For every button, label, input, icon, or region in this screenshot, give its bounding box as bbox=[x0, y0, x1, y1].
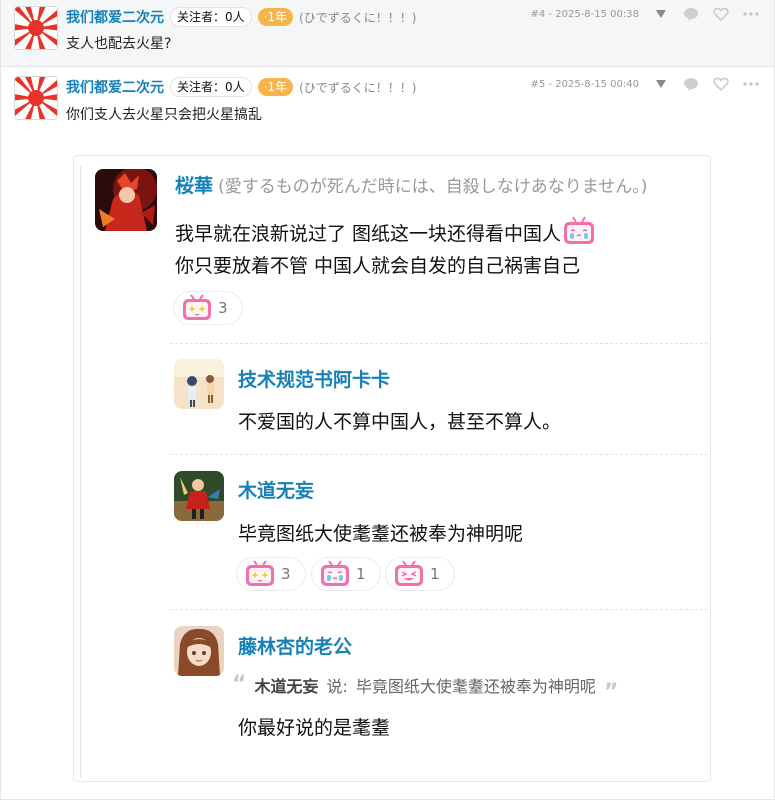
more-dots-icon[interactable] bbox=[743, 76, 759, 92]
quote-author[interactable]: 木道无妄 bbox=[254, 673, 318, 697]
more-dots-icon[interactable] bbox=[743, 6, 759, 22]
open-quote-icon: “ bbox=[232, 672, 247, 697]
reply-author-name[interactable]: 藤林杏的老公 bbox=[238, 632, 352, 659]
quote-text: 毕竟图纸大使耄耋还被奉为神明呢 bbox=[355, 677, 596, 696]
reaction-grin[interactable]: 1 bbox=[385, 557, 455, 591]
post-content: 你们支人去火星只会把火星搞乱 bbox=[66, 107, 262, 123]
post-meta: #4 - 2025-8-15 00:38 bbox=[531, 6, 759, 22]
reaction-sparkle[interactable]: 3 bbox=[236, 557, 306, 591]
user-avatar[interactable] bbox=[14, 6, 58, 50]
post-content: 支人也配去火星? bbox=[66, 36, 172, 52]
bilibili-tv-sparkle-icon bbox=[183, 294, 211, 320]
reply-author-name[interactable]: 木道无妄 bbox=[238, 476, 314, 503]
comment-bubble-icon[interactable] bbox=[683, 76, 699, 92]
chevron-down-icon[interactable] bbox=[653, 6, 669, 22]
heart-icon[interactable] bbox=[713, 76, 729, 92]
bilibili-tv-cry-icon bbox=[321, 560, 349, 586]
bilibili-tv-grin-icon bbox=[395, 560, 423, 586]
author-signature: (愛するものが死んだ時には、自殺しなけあなりません。) bbox=[218, 177, 648, 197]
reply-text: 不爱国的人不算中国人，甚至不算人。 bbox=[238, 411, 562, 433]
username[interactable]: 我们都爱二次元 bbox=[66, 77, 164, 97]
floor-timestamp: #5 - 2025-8-15 00:40 bbox=[530, 78, 639, 90]
floor-timestamp: #4 - 2025-8-15 00:38 bbox=[530, 8, 639, 20]
close-quote-icon: ” bbox=[603, 680, 619, 705]
reaction-sparkle[interactable]: 3 bbox=[173, 291, 243, 325]
embedded-comment-thread: 桜華 (愛するものが死んだ時には、自殺しなけあなりません。) 我早就在浪新说过了… bbox=[73, 155, 711, 782]
comment-line-text: 我早就在浪新说过了 图纸这一块还得看中国人 bbox=[175, 223, 562, 245]
reply-text: 毕竟图纸大使耄耋还被奉为神明呢 bbox=[238, 523, 524, 545]
user-avatar[interactable] bbox=[14, 76, 58, 120]
post-5: 我们都爱二次元 关注者：0人 ·1年 (ひでずるくに！！！) 你们支人去火星只会… bbox=[0, 67, 775, 157]
user-motto: (ひでずるくに！！！) bbox=[299, 10, 417, 25]
quoted-reply: “ 木道无妄 说: 毕竟图纸大使耄耋还被奉为神明呢 ” bbox=[232, 672, 618, 704]
comment-author: 桜華 (愛するものが死んだ時には、自殺しなけあなりません。) bbox=[175, 171, 647, 198]
comment-text: 我早就在浪新说过了 图纸这一块还得看中国人 你只要放着不管 中国人就会自发的自己… bbox=[175, 216, 596, 282]
avatar[interactable] bbox=[174, 471, 224, 521]
reaction-count: 3 bbox=[218, 299, 228, 317]
comment-line: 我早就在浪新说过了 图纸这一块还得看中国人 bbox=[175, 216, 596, 250]
follower-count-badge: 关注者：0人 bbox=[170, 77, 252, 97]
heart-icon[interactable] bbox=[713, 6, 729, 22]
bilibili-tv-cry-icon bbox=[564, 216, 595, 244]
member-year-badge: ·1年 bbox=[257, 8, 294, 26]
post-header: 我们都爱二次元 关注者：0人 ·1年 (ひでずるくに！！！) bbox=[66, 7, 416, 27]
divider bbox=[170, 454, 708, 455]
comment-bubble-icon[interactable] bbox=[683, 6, 699, 22]
page: 我们都爱二次元 关注者：0人 ·1年 (ひでずるくに！！！) 支人也配去火星? … bbox=[0, 0, 775, 800]
divider bbox=[170, 343, 708, 344]
divider bbox=[0, 0, 1, 800]
post-4: 我们都爱二次元 关注者：0人 ·1年 (ひでずるくに！！！) 支人也配去火星? … bbox=[0, 0, 775, 67]
author-name[interactable]: 桜華 bbox=[175, 175, 213, 197]
avatar[interactable] bbox=[174, 359, 224, 409]
bilibili-tv-sparkle-icon bbox=[246, 560, 274, 586]
reaction-count: 3 bbox=[281, 565, 291, 583]
avatar[interactable] bbox=[174, 626, 224, 676]
comment-line: 你只要放着不管 中国人就会自发的自己祸害自己 bbox=[175, 255, 581, 277]
reaction-count: 1 bbox=[356, 565, 366, 583]
username[interactable]: 我们都爱二次元 bbox=[66, 7, 164, 27]
reaction-cry[interactable]: 1 bbox=[311, 557, 381, 591]
post-meta: #5 - 2025-8-15 00:40 bbox=[531, 76, 759, 92]
reply-author-name[interactable]: 技术规范书阿卡卡 bbox=[238, 365, 390, 392]
quote-said: 说: bbox=[326, 677, 348, 696]
divider bbox=[170, 609, 708, 610]
reaction-count: 1 bbox=[430, 565, 440, 583]
chevron-down-icon[interactable] bbox=[653, 76, 669, 92]
follower-count-badge: 关注者：0人 bbox=[170, 7, 252, 27]
reply-text: 你最好说的是耄耋 bbox=[238, 717, 391, 739]
divider bbox=[80, 166, 81, 778]
avatar[interactable] bbox=[95, 169, 157, 231]
user-motto: (ひでずるくに！！！) bbox=[299, 80, 417, 95]
post-header: 我们都爱二次元 关注者：0人 ·1年 (ひでずるくに！！！) bbox=[66, 77, 416, 97]
member-year-badge: ·1年 bbox=[257, 78, 294, 96]
